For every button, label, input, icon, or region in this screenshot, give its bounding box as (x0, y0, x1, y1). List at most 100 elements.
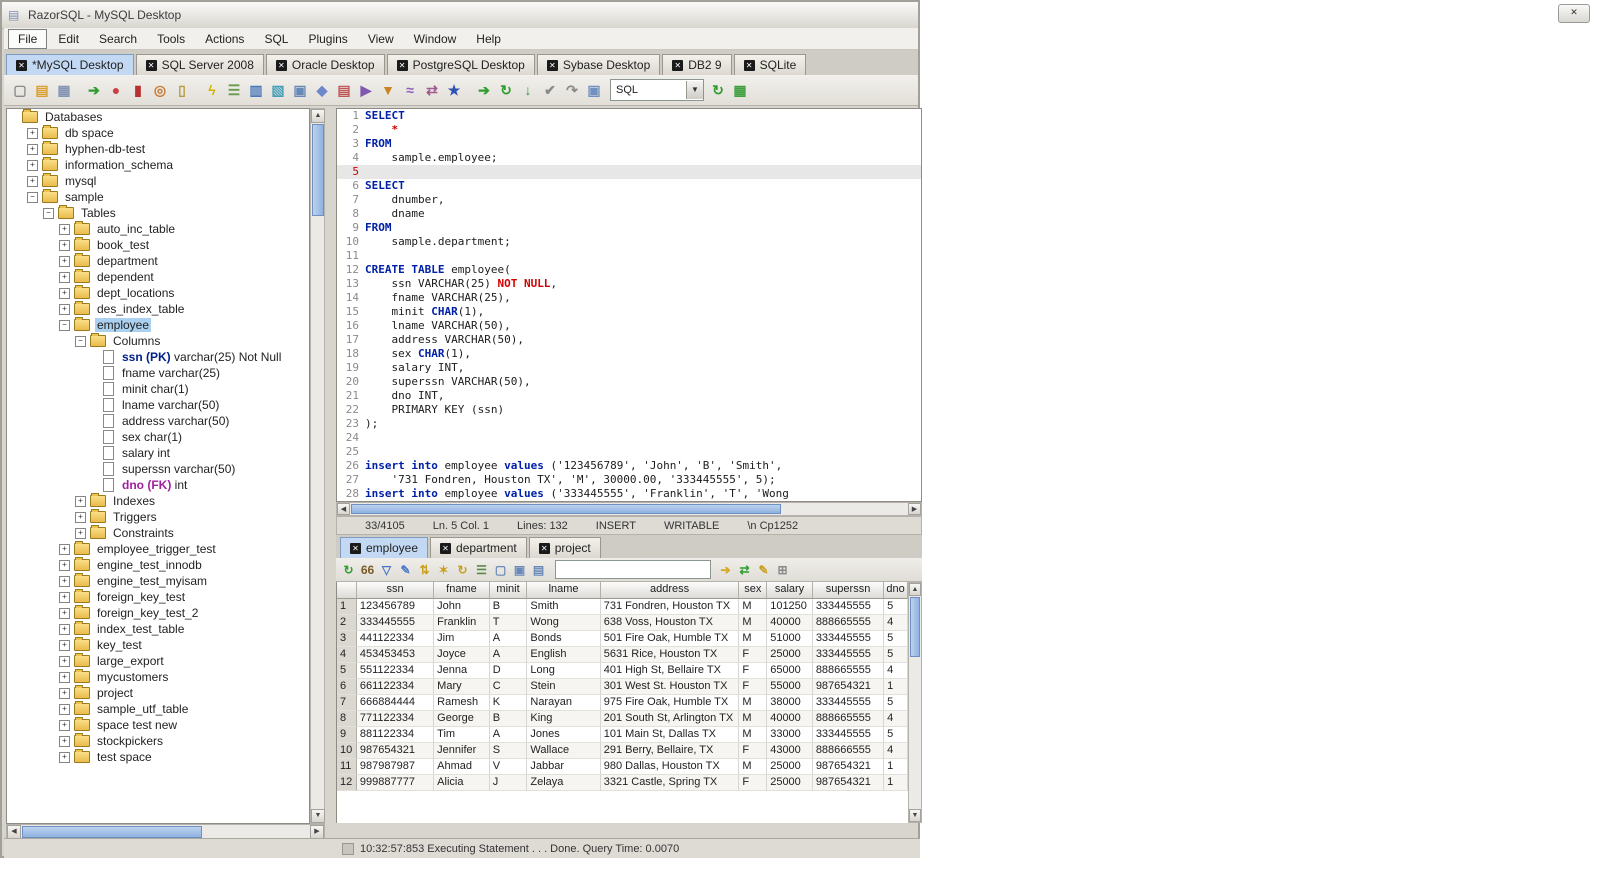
results-cell[interactable]: Zelaya (527, 775, 601, 791)
results-cell[interactable]: 333445555 (812, 727, 885, 743)
connection-tab-sql-server-2008[interactable]: ✕ SQL Server 2008 (135, 54, 264, 75)
connection-tab-postgresql-desktop[interactable]: ✕ PostgreSQL Desktop (386, 54, 535, 75)
results-cell[interactable]: B (489, 711, 528, 727)
results-cell[interactable]: 38000 (767, 695, 813, 711)
tree-item-label[interactable]: fname varchar(25) (120, 366, 222, 380)
tree-item-label[interactable]: space test new (95, 718, 179, 732)
tree-expander-icon[interactable]: − (27, 191, 38, 203)
table-data-icon[interactable]: ▤ (334, 80, 354, 100)
tree-vscroll-thumb[interactable] (312, 124, 324, 216)
results-filter-input[interactable] (555, 560, 711, 579)
results-column-header[interactable]: superssn (812, 582, 885, 599)
edit-filter-icon[interactable]: ✎ (397, 561, 414, 578)
tree-item[interactable]: address varchar(50) (7, 413, 309, 429)
results-cell[interactable]: A (489, 727, 528, 743)
undo-icon[interactable]: ↷ (562, 80, 582, 100)
results-cell[interactable]: Mary (434, 679, 490, 695)
results-cell[interactable]: Franklin (434, 615, 490, 631)
results-cell[interactable]: 5 (884, 631, 908, 647)
auto-complete-icon[interactable]: ϟ (202, 80, 222, 100)
results-cell[interactable]: 40000 (767, 615, 813, 631)
chevron-down-icon[interactable]: ▼ (686, 81, 703, 99)
results-cell[interactable]: 731 Fondren, Houston TX (600, 599, 740, 615)
tree-item-label[interactable]: des_index_table (95, 302, 186, 316)
results-cell[interactable]: 441122334 (356, 631, 435, 647)
tree-item[interactable]: + hyphen-db-test (7, 141, 309, 157)
tree-item[interactable]: + mycustomers (7, 669, 309, 685)
tree-item-label[interactable]: minit char(1) (120, 382, 191, 396)
results-cell[interactable]: 101250 (767, 599, 813, 615)
fetch-more-icon[interactable]: ↓ (518, 80, 538, 100)
tree-item-label[interactable]: large_export (95, 654, 166, 668)
editor-line-text[interactable]: sample.employee; (365, 151, 497, 165)
tree-item[interactable]: + sample_utf_table (7, 701, 309, 717)
results-cell[interactable]: 999887777 (356, 775, 435, 791)
tree-item[interactable]: + Triggers (7, 509, 309, 525)
results-cell[interactable]: Jennifer (434, 743, 490, 759)
tree-item[interactable]: − Tables (7, 205, 309, 221)
menu-tools[interactable]: Tools (148, 30, 194, 48)
tree-item[interactable]: − Columns (7, 333, 309, 349)
results-cell[interactable]: 987987987 (356, 759, 435, 775)
copy-icon[interactable]: ▣ (290, 80, 310, 100)
results-cell[interactable]: M (739, 631, 768, 647)
paste-icon[interactable]: ▣ (584, 80, 604, 100)
editor-line-text[interactable]: minit CHAR(1), (365, 305, 484, 319)
tree-expander-icon[interactable]: + (59, 575, 70, 587)
tree-item[interactable]: + mysql (7, 173, 309, 189)
results-column-header[interactable]: lname (527, 582, 601, 599)
results-cell[interactable]: Joyce (434, 647, 490, 663)
results-cell[interactable]: F (739, 647, 768, 663)
results-cell[interactable]: 333445555 (812, 631, 885, 647)
results-cell[interactable]: 4 (884, 663, 908, 679)
close-icon[interactable]: ✕ (1558, 4, 1590, 23)
tree-item[interactable]: + test space (7, 749, 309, 765)
menu-actions[interactable]: Actions (196, 30, 253, 48)
results-cell[interactable]: King (527, 711, 601, 727)
results-cell[interactable]: 25000 (767, 647, 813, 663)
results-cell[interactable]: 551122334 (356, 663, 435, 679)
editor-line-text[interactable]: superssn VARCHAR(50), (365, 375, 530, 389)
go-filter-icon[interactable]: ➔ (717, 561, 734, 578)
tree-expander-icon[interactable]: + (59, 655, 70, 667)
execute-sql-icon[interactable]: ➔ (474, 80, 494, 100)
editor-line-text[interactable]: * (365, 123, 399, 137)
connection-tab-sqlite[interactable]: ✕ SQLite (733, 54, 807, 75)
scroll-right-arrow-icon[interactable]: ▶ (310, 825, 324, 839)
results-cell[interactable]: 5 (884, 727, 908, 743)
results-column-header[interactable]: dno (884, 582, 908, 599)
results-cell[interactable]: 5 (884, 695, 908, 711)
results-cell[interactable]: 4 (884, 743, 908, 759)
results-cell[interactable]: 333445555 (812, 647, 885, 663)
results-cell[interactable]: 661122334 (356, 679, 435, 695)
results-cell[interactable]: 888665555 (812, 711, 885, 727)
results-cell[interactable]: 5 (884, 599, 908, 615)
editor-line-text[interactable]: FROM (365, 221, 392, 235)
tree-expander-icon[interactable]: + (27, 175, 38, 187)
results-cell[interactable]: F (739, 743, 768, 759)
tree-hscrollbar[interactable]: ◀ ▶ (6, 824, 325, 839)
results-cell[interactable]: 5 (884, 647, 908, 663)
tree-item-label[interactable]: sample (63, 190, 106, 204)
scroll-left-arrow-icon[interactable]: ◀ (337, 503, 350, 515)
results-cell[interactable]: 201 South St, Arlington TX (600, 711, 740, 727)
results-cell[interactable]: D (489, 663, 528, 679)
results-cell[interactable]: 101 Main St, Dallas TX (600, 727, 740, 743)
results-cell[interactable]: T (489, 615, 528, 631)
tree-item[interactable]: Databases (7, 109, 309, 125)
tree-item[interactable]: salary int (7, 445, 309, 461)
editor-line-text[interactable]: insert into employee values ('333445555'… (365, 487, 789, 501)
edit-connection-icon[interactable]: ◎ (150, 80, 170, 100)
tree-hscroll-thumb[interactable] (22, 826, 202, 838)
results-cell[interactable]: Ahmad (434, 759, 490, 775)
auto-commit-icon[interactable]: ↻ (708, 80, 728, 100)
editor-line-text[interactable]: salary INT, (365, 361, 464, 375)
disconnect-icon[interactable]: ▮ (128, 80, 148, 100)
tree-item-label[interactable]: salary int (120, 446, 172, 460)
connection-tab-oracle-desktop[interactable]: ✕ Oracle Desktop (265, 54, 385, 75)
tree-item-label[interactable]: sample_utf_table (95, 702, 190, 716)
file-search-icon[interactable]: ▥ (246, 80, 266, 100)
results-cell[interactable]: M (739, 615, 768, 631)
tree-item-label[interactable]: db space (63, 126, 116, 140)
editor-line-text[interactable]: sample.department; (365, 235, 510, 249)
